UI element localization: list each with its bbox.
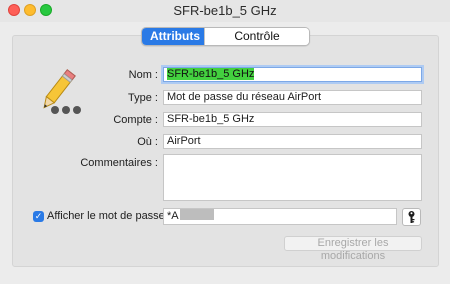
tab-access-control[interactable]: Contrôle d’accès <box>204 28 309 45</box>
name-label: Nom : <box>128 69 158 81</box>
password-value: *A <box>167 210 179 222</box>
title-bar: SFR-be1b_5 GHz <box>0 0 450 22</box>
tab-bar: Attributs Contrôle d’accès <box>141 27 310 46</box>
password-field[interactable]: *A <box>163 208 397 225</box>
name-field[interactable]: SFR-be1b_5 GHz <box>163 67 422 82</box>
save-changes-button[interactable]: Enregistrer les modifications <box>284 236 422 262</box>
type-field[interactable]: Mot de passe du réseau AirPort <box>163 90 422 105</box>
type-label: Type : <box>128 92 158 104</box>
window-title: SFR-be1b_5 GHz <box>173 3 277 18</box>
show-password-label: Afficher le mot de passe : <box>47 210 171 222</box>
comments-textarea[interactable] <box>163 154 422 201</box>
show-password-checkbox[interactable]: ✓ <box>33 211 44 222</box>
where-field[interactable]: AirPort <box>163 134 422 149</box>
key-icon <box>408 211 415 223</box>
password-redaction <box>179 209 214 220</box>
account-field[interactable]: SFR-be1b_5 GHz <box>163 112 422 127</box>
where-label: Où : <box>137 136 158 148</box>
account-label: Compte : <box>113 114 158 126</box>
key-button[interactable] <box>402 208 421 226</box>
comments-label: Commentaires : <box>80 157 158 169</box>
keychain-item-window: SFR-be1b_5 GHz Attributs Contrôle d’accè… <box>0 0 450 284</box>
tab-attributes[interactable]: Attributs <box>142 28 204 45</box>
name-value: SFR-be1b_5 GHz <box>167 68 255 80</box>
